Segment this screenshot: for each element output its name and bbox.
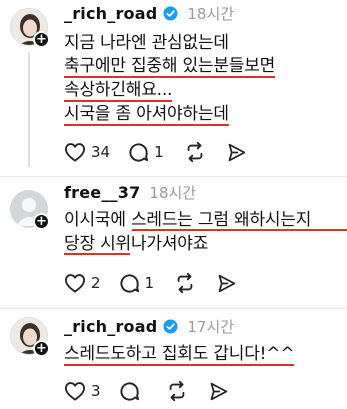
share-icon [210, 382, 227, 400]
heart-icon [65, 143, 85, 162]
share-icon [218, 274, 236, 292]
post-time: 18시간 [187, 4, 235, 23]
like-count: 3 [91, 382, 101, 400]
reply-count: 1 [154, 143, 164, 161]
like-count: 2 [91, 274, 101, 292]
repost-icon [177, 272, 193, 294]
comment-icon [129, 142, 149, 162]
post-time: 17시간 [187, 317, 235, 336]
post-3: + _rich_road 17시간 스레드도하고 집회도 갑니다!^^ 3 [0, 309, 347, 409]
repost-icon [169, 380, 184, 402]
repost-button[interactable] [174, 272, 196, 294]
underline-mark [132, 229, 347, 231]
follow-plus-icon[interactable]: + [33, 340, 50, 357]
username[interactable]: free__37 [64, 183, 140, 202]
repost-button[interactable] [166, 380, 188, 402]
post-text-line: 시국을 좀 아셔야하는데 [64, 104, 229, 126]
comment-icon [119, 381, 139, 401]
like-count: 34 [91, 143, 111, 161]
post-header: free__37 18시간 [64, 181, 196, 203]
post-2: + free__37 18시간 이시국에 스레드는 그럼 왜하시는지 당장 시위… [0, 177, 347, 307]
post-header: _rich_road 18시간 [64, 2, 234, 24]
comment-icon [119, 273, 139, 293]
post-actions: 2 1 [64, 271, 237, 295]
repost-icon [187, 141, 202, 163]
repost-button[interactable] [184, 141, 206, 163]
post-text-line: 당장 시위나가셔야죠 [64, 234, 209, 254]
username[interactable]: _rich_road [64, 317, 157, 336]
follow-plus-icon[interactable]: + [33, 213, 50, 230]
heart-icon [65, 274, 85, 293]
post-actions: 3 [64, 379, 229, 403]
reply-button[interactable] [119, 381, 140, 402]
underline-mark [64, 253, 130, 255]
reply-button[interactable]: 1 [128, 142, 164, 163]
follow-plus-icon[interactable]: + [33, 31, 50, 48]
share-icon [228, 143, 245, 161]
post-actions: 34 1 [64, 140, 247, 164]
like-button[interactable]: 3 [64, 381, 101, 401]
verified-badge-icon [163, 5, 178, 21]
post-text-line: 속상하긴해요... [64, 80, 173, 102]
verified-badge-icon [163, 318, 178, 334]
thread: + _rich_road 18시간 지금 나라엔 관심없는데 축구에만 집중해 … [0, 0, 347, 409]
like-button[interactable]: 2 [64, 273, 101, 293]
reply-count: 1 [144, 274, 155, 292]
like-button[interactable]: 34 [64, 142, 110, 162]
username[interactable]: _rich_road [64, 4, 157, 23]
heart-icon [65, 382, 85, 401]
share-button[interactable] [216, 273, 237, 294]
share-button[interactable] [208, 381, 229, 402]
post-1: + _rich_road 18시간 지금 나라엔 관심없는데 축구에만 집중해 … [0, 0, 347, 175]
post-text-line: 지금 나라엔 관심없는데 [64, 33, 229, 53]
post-text-line: 스레드도하고 집회도 갑니다!^^ [64, 344, 295, 366]
post-text-line: 축구에만 집중해 있는분들보면 [64, 56, 276, 78]
post-text-line: 이시국에 스레드는 그럼 왜하시는지 [64, 210, 312, 230]
reply-button[interactable]: 1 [119, 273, 155, 294]
post-header: _rich_road 17시간 [64, 315, 234, 337]
post-time: 18시간 [149, 183, 197, 202]
share-button[interactable] [226, 142, 247, 163]
thread-connector-line [28, 52, 30, 167]
